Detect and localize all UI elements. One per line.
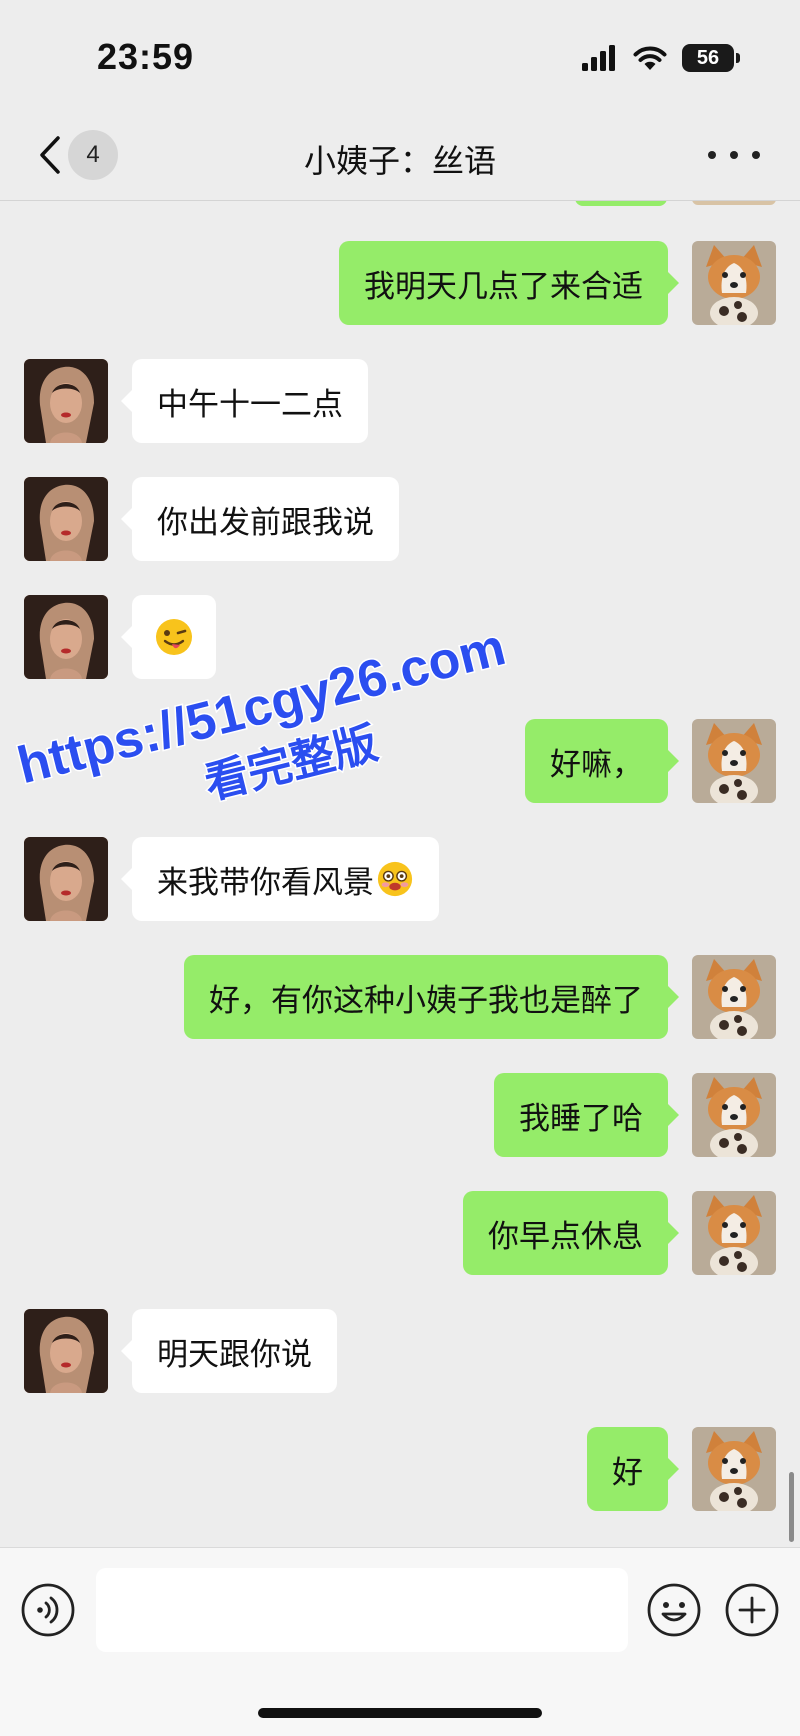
message-text: 好 bbox=[612, 1454, 643, 1491]
contact-message-bubble[interactable]: 中午十一二点 bbox=[121, 359, 368, 443]
emoji-button[interactable] bbox=[646, 1582, 702, 1638]
contact-message-bubble[interactable]: 来我带你看风景 bbox=[121, 837, 439, 921]
contact-avatar[interactable] bbox=[24, 477, 108, 561]
contact-avatar[interactable] bbox=[24, 595, 108, 679]
message-row: 明天跟你说 bbox=[0, 1309, 800, 1393]
my-avatar[interactable] bbox=[692, 241, 776, 325]
message-text: 好，有你这种小姨子我也是醉了 bbox=[209, 982, 643, 1019]
my-message-bubble[interactable]: 你早点休息 bbox=[463, 1191, 679, 1275]
partial-avatar bbox=[692, 201, 776, 205]
chat-header: 4 小姨子：丝语 bbox=[0, 110, 800, 200]
contact-message-bubble[interactable]: 明天跟你说 bbox=[121, 1309, 337, 1393]
message-text: 好嘛， bbox=[550, 746, 643, 783]
my-message-bubble[interactable]: 我明天几点了来合适 bbox=[339, 241, 679, 325]
my-avatar[interactable] bbox=[692, 955, 776, 1039]
cellular-signal-icon bbox=[582, 45, 615, 71]
message-row: 来我带你看风景 bbox=[0, 837, 800, 921]
battery-indicator: 56 bbox=[682, 44, 740, 72]
more-actions-button[interactable] bbox=[724, 1582, 780, 1638]
contact-avatar[interactable] bbox=[24, 1309, 108, 1393]
contact-message-bubble[interactable] bbox=[121, 595, 216, 679]
message-row: 好 bbox=[0, 1427, 800, 1511]
message-text: 你出发前跟我说 bbox=[157, 504, 374, 541]
my-message-bubble[interactable]: 好 bbox=[587, 1427, 679, 1511]
voice-button[interactable] bbox=[20, 1582, 76, 1638]
my-avatar[interactable] bbox=[692, 719, 776, 803]
voice-icon bbox=[21, 1583, 75, 1637]
contact-message-bubble[interactable]: 你出发前跟我说 bbox=[121, 477, 399, 561]
message-row: 我睡了哈 bbox=[0, 1073, 800, 1157]
chat-title: 小姨子：丝语 bbox=[303, 142, 496, 180]
drooling-face-emoji-icon bbox=[377, 861, 413, 897]
scrollbar[interactable] bbox=[789, 1472, 794, 1542]
message-row: 好，有你这种小姨子我也是醉了 bbox=[0, 955, 800, 1039]
message-row: 好嘛， bbox=[0, 719, 800, 803]
status-time: 23:59 bbox=[97, 36, 195, 77]
contact-avatar[interactable] bbox=[24, 359, 108, 443]
my-message-bubble[interactable]: 我睡了哈 bbox=[494, 1073, 679, 1157]
wifi-icon bbox=[633, 46, 667, 70]
input-bar bbox=[0, 1547, 800, 1736]
contact-avatar[interactable] bbox=[24, 837, 108, 921]
plus-circle-icon bbox=[725, 1583, 779, 1637]
unread-count-badge[interactable]: 4 bbox=[68, 130, 118, 180]
home-indicator[interactable] bbox=[258, 1708, 542, 1718]
message-list[interactable]: 我明天几点了来合适 中午十一二点 你出发前跟我说 好嘛， 来我带你看风景 好，有… bbox=[0, 201, 800, 1547]
my-message-bubble[interactable]: 好，有你这种小姨子我也是醉了 bbox=[184, 955, 679, 1039]
message-text: 中午十一二点 bbox=[157, 386, 343, 423]
smiley-icon bbox=[647, 1583, 701, 1637]
message-row: 我明天几点了来合适 bbox=[0, 241, 800, 325]
message-text: 来我带你看风景 bbox=[157, 864, 374, 901]
my-avatar[interactable] bbox=[692, 1191, 776, 1275]
more-options-button[interactable] bbox=[708, 132, 760, 178]
partial-message-bubble bbox=[575, 201, 667, 206]
wink-tongue-emoji-icon bbox=[156, 619, 192, 655]
ellipsis-icon bbox=[708, 151, 716, 159]
status-icons: 56 bbox=[582, 42, 740, 74]
status-bar: 23:59 56 bbox=[0, 0, 800, 110]
back-button[interactable] bbox=[30, 130, 70, 180]
message-row: 你早点休息 bbox=[0, 1191, 800, 1275]
message-row: 中午十一二点 bbox=[0, 359, 800, 443]
message-row: 你出发前跟我说 bbox=[0, 477, 800, 561]
message-text: 明天跟你说 bbox=[157, 1336, 312, 1373]
message-row bbox=[0, 595, 800, 679]
message-text: 我明天几点了来合适 bbox=[364, 268, 643, 305]
my-avatar[interactable] bbox=[692, 1073, 776, 1157]
my-message-bubble[interactable]: 好嘛， bbox=[525, 719, 679, 803]
my-avatar[interactable] bbox=[692, 1427, 776, 1511]
chevron-left-icon bbox=[40, 136, 60, 174]
message-text: 你早点休息 bbox=[488, 1218, 643, 1255]
message-text: 我睡了哈 bbox=[519, 1100, 643, 1137]
message-input[interactable] bbox=[96, 1568, 628, 1652]
